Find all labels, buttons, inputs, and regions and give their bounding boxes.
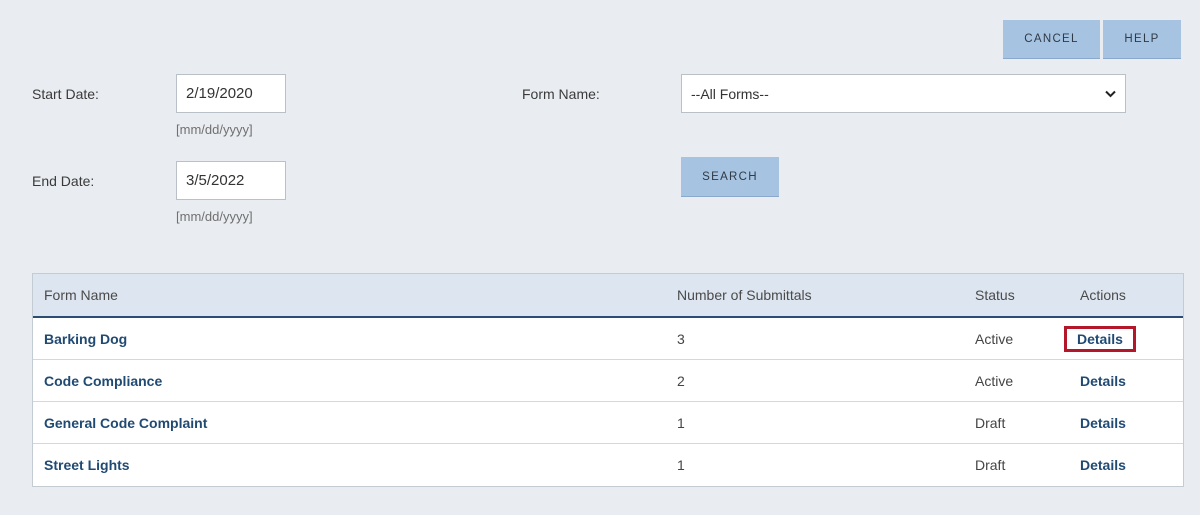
form-name-label: Form Name: bbox=[522, 86, 600, 102]
submittals-count: 3 bbox=[677, 330, 685, 347]
cancel-button[interactable]: CANCEL bbox=[1003, 20, 1100, 59]
status-text: Active bbox=[975, 330, 1014, 347]
submittals-count: 1 bbox=[677, 457, 685, 473]
header-form-name: Form Name bbox=[44, 287, 118, 303]
status-text: Draft bbox=[975, 414, 1006, 431]
details-link[interactable]: Details bbox=[1080, 457, 1126, 473]
header-number-of-submittals: Number of Submittals bbox=[677, 287, 812, 303]
details-link[interactable]: Details bbox=[1080, 415, 1126, 431]
form-name-link[interactable]: Code Compliance bbox=[44, 373, 162, 389]
form-name-link[interactable]: Barking Dog bbox=[44, 331, 127, 347]
start-date-label: Start Date: bbox=[32, 86, 99, 102]
details-link[interactable]: Details bbox=[1064, 325, 1136, 352]
form-name-selected-value: --All Forms-- bbox=[691, 85, 769, 102]
start-date-hint: [mm/dd/yyyy] bbox=[176, 122, 253, 137]
end-date-label: End Date: bbox=[32, 173, 95, 189]
submittals-count: 1 bbox=[677, 414, 685, 431]
header-actions: Actions bbox=[1080, 287, 1126, 303]
header-status: Status bbox=[975, 287, 1015, 303]
form-name-select[interactable]: --All Forms-- bbox=[681, 74, 1126, 113]
status-text: Active bbox=[975, 372, 1014, 389]
table-row: Barking Dog 3 Active Details bbox=[33, 318, 1183, 360]
chevron-down-icon bbox=[1104, 88, 1116, 100]
start-date-input[interactable]: 2/19/2020 bbox=[176, 74, 286, 113]
status-text: Draft bbox=[975, 457, 1006, 473]
details-link[interactable]: Details bbox=[1080, 373, 1126, 389]
form-name-link[interactable]: General Code Complaint bbox=[44, 415, 207, 431]
form-name-link[interactable]: Street Lights bbox=[44, 457, 130, 473]
end-date-hint: [mm/dd/yyyy] bbox=[176, 209, 253, 224]
help-button[interactable]: HELP bbox=[1103, 20, 1181, 59]
table-row: General Code Complaint 1 Draft Details bbox=[33, 402, 1183, 444]
table-row: Code Compliance 2 Active Details bbox=[33, 360, 1183, 402]
submittals-table: Form Name Number of Submittals Status Ac… bbox=[32, 273, 1184, 487]
form-submittals-page: CANCEL HELP Start Date: 2/19/2020 [mm/dd… bbox=[0, 0, 1200, 515]
end-date-input[interactable]: 3/5/2022 bbox=[176, 161, 286, 200]
search-button[interactable]: SEARCH bbox=[681, 157, 779, 197]
table-row: Street Lights 1 Draft Details bbox=[33, 444, 1183, 486]
submittals-count: 2 bbox=[677, 372, 685, 389]
table-header: Form Name Number of Submittals Status Ac… bbox=[33, 274, 1183, 318]
